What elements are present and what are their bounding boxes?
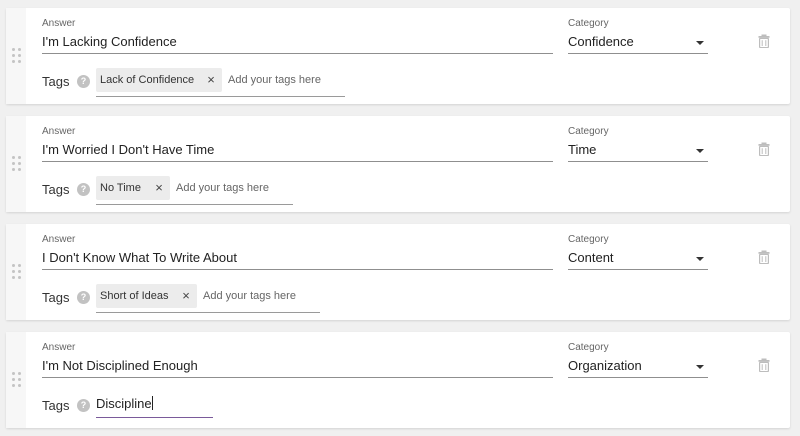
category-value: Content (568, 250, 614, 265)
category-select[interactable]: Time (568, 140, 708, 162)
tags-input-placeholder: Add your tags here (203, 290, 296, 302)
category-label: Category (568, 342, 609, 353)
close-icon[interactable]: × (152, 176, 166, 200)
category-label: Category (568, 126, 609, 137)
tag-chip-label: Lack of Confidence (100, 74, 195, 86)
caret-down-icon (696, 365, 704, 369)
answer-label: Answer (42, 342, 76, 353)
caret-down-icon (696, 149, 704, 153)
drag-handle-icon (12, 48, 22, 64)
answer-card: Answer I Don't Know What To Write About … (6, 224, 790, 320)
tags-input[interactable]: No Time × Add your tags here (96, 175, 293, 205)
answer-card: Answer I'm Worried I Don't Have Time Cat… (6, 116, 790, 212)
drag-handle[interactable] (6, 332, 26, 428)
tags-input-placeholder: Add your tags here (176, 182, 269, 194)
answer-input[interactable]: I'm Not Disciplined Enough (42, 356, 553, 378)
caret-down-icon (696, 41, 704, 45)
category-label: Category (568, 234, 609, 245)
answer-label: Answer (42, 126, 76, 137)
category-value: Time (568, 142, 597, 157)
tags-input-placeholder: Add your tags here (228, 74, 321, 86)
tag-chip-label: No Time (100, 182, 141, 194)
help-icon[interactable]: ? (77, 399, 90, 412)
answer-input[interactable]: I'm Lacking Confidence (42, 32, 553, 54)
close-icon[interactable]: × (179, 284, 193, 308)
drag-handle-icon (12, 372, 22, 388)
drag-handle[interactable] (6, 8, 26, 104)
category-select[interactable]: Confidence (568, 32, 708, 54)
trash-icon[interactable] (758, 358, 770, 372)
answer-card: Answer I'm Not Disciplined Enough Catego… (6, 332, 790, 428)
tags-input[interactable]: Discipline (96, 390, 213, 418)
trash-icon[interactable] (758, 142, 770, 156)
tag-chip: No Time × (96, 176, 170, 200)
tag-chip-label: Short of Ideas (100, 290, 169, 302)
text-cursor (151, 396, 153, 410)
tag-chip: Short of Ideas × (96, 284, 197, 308)
tags-input[interactable]: Short of Ideas × Add your tags here (96, 283, 320, 313)
help-icon[interactable]: ? (77, 183, 90, 196)
tags-label: Tags (42, 182, 70, 197)
caret-down-icon (696, 257, 704, 261)
tags-input-text: Discipline (96, 396, 152, 411)
answer-card: Answer I'm Lacking Confidence Category C… (6, 8, 790, 104)
drag-handle-icon (12, 264, 22, 280)
drag-handle[interactable] (6, 224, 26, 320)
trash-icon[interactable] (758, 34, 770, 48)
tags-label: Tags (42, 398, 70, 413)
answer-label: Answer (42, 18, 76, 29)
tags-label: Tags (42, 290, 70, 305)
answer-input[interactable]: I Don't Know What To Write About (42, 248, 553, 270)
category-value: Organization (568, 358, 642, 373)
tags-label: Tags (42, 74, 70, 89)
answer-input[interactable]: I'm Worried I Don't Have Time (42, 140, 553, 162)
trash-icon[interactable] (758, 250, 770, 264)
answer-label: Answer (42, 234, 76, 245)
category-value: Confidence (568, 34, 634, 49)
tags-input[interactable]: Lack of Confidence × Add your tags here (96, 67, 345, 97)
help-icon[interactable]: ? (77, 291, 90, 304)
category-select[interactable]: Content (568, 248, 708, 270)
drag-handle[interactable] (6, 116, 26, 212)
category-label: Category (568, 18, 609, 29)
category-select[interactable]: Organization (568, 356, 708, 378)
tag-chip: Lack of Confidence × (96, 68, 222, 92)
drag-handle-icon (12, 156, 22, 172)
close-icon[interactable]: × (204, 68, 218, 92)
help-icon[interactable]: ? (77, 75, 90, 88)
tags-input-value: Discipline (96, 393, 153, 415)
